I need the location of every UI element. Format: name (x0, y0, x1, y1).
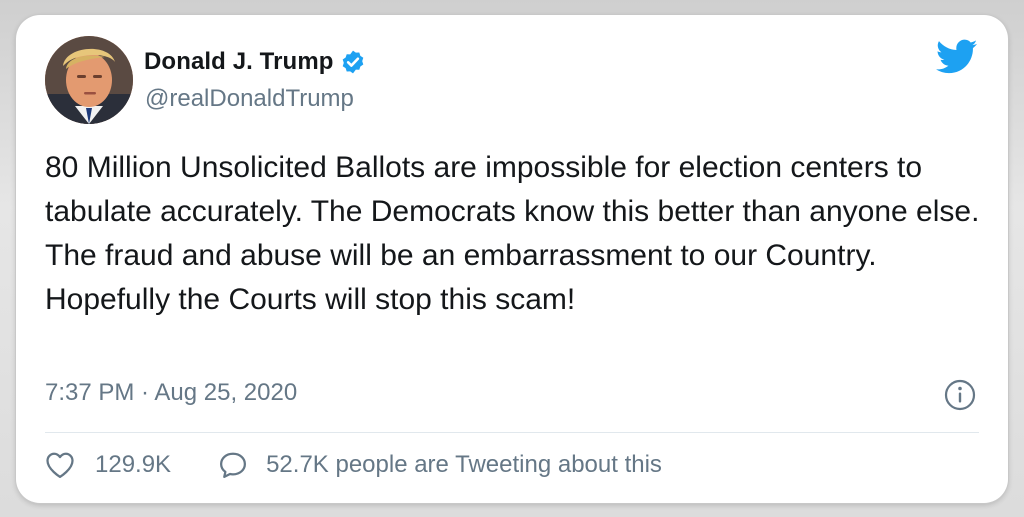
tweet-card[interactable]: Donald J. Trump @realDonaldTrump 80 Mill… (16, 15, 1008, 503)
info-icon[interactable] (944, 379, 976, 411)
verified-badge-icon (342, 50, 363, 74)
avatar[interactable] (45, 36, 133, 124)
like-action[interactable]: 129.9K (45, 451, 171, 479)
screenshot-frame: Donald J. Trump @realDonaldTrump 80 Mill… (0, 0, 1024, 517)
author-name-row[interactable]: Donald J. Trump (144, 48, 366, 76)
tweeting-about-text[interactable]: 52.7K people are Tweeting about this (266, 451, 662, 479)
author-display-name[interactable]: Donald J. Trump (144, 48, 334, 76)
avatar-portrait (45, 36, 133, 124)
heart-icon[interactable] (45, 451, 75, 479)
tweet-text: 80 Million Unsolicited Ballots are impos… (45, 151, 980, 316)
twitter-bird-icon[interactable] (936, 39, 978, 75)
tweet-actions: 129.9K 52.7K people are Tweeting about t… (45, 451, 662, 479)
tweet-timestamp[interactable]: 7:37 PM · Aug 25, 2020 (45, 379, 297, 407)
conversation-action[interactable]: 52.7K people are Tweeting about this (218, 451, 662, 479)
divider (45, 432, 979, 433)
author-handle[interactable]: @realDonaldTrump (145, 85, 354, 113)
like-count: 129.9K (95, 451, 172, 478)
speech-bubble-icon[interactable] (218, 451, 248, 479)
